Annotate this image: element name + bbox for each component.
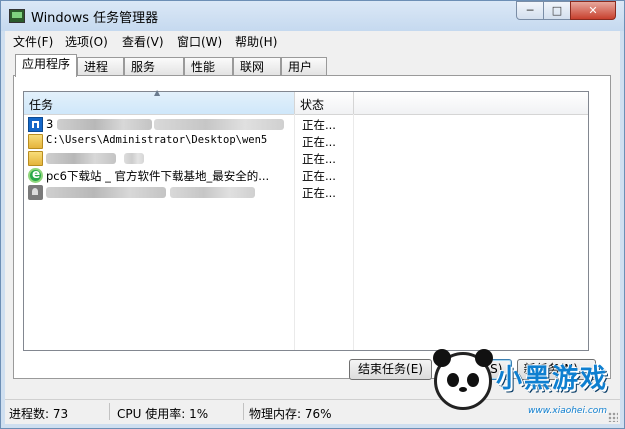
task-status: 正在... xyxy=(302,118,336,132)
task-status: 正在... xyxy=(302,135,336,149)
menu-window[interactable]: 窗口(W) xyxy=(177,33,222,50)
task-list[interactable]: ▲ 任务 状态 3 正在... C:\Users\Administrator\D… xyxy=(23,88,589,351)
site-watermark: 小黑游戏 www.xiaohei.com xyxy=(432,349,622,428)
task-status: 正在... xyxy=(302,152,336,166)
sort-ascending-icon: ▲ xyxy=(154,88,161,97)
status-separator xyxy=(109,403,110,420)
physical-memory: 物理内存: 76% xyxy=(249,407,332,421)
task-name: C:\Users\Administrator\Desktop\wen5 xyxy=(46,134,268,146)
process-count: 进程数: 73 xyxy=(9,407,69,421)
task-row[interactable]: 正在... xyxy=(26,150,586,167)
title-bar[interactable]: Windows 任务管理器 ─ □ ✕ xyxy=(1,1,624,31)
tab-networking[interactable]: 联网 xyxy=(233,57,281,75)
ie-icon xyxy=(28,167,43,183)
task-row[interactable]: 正在... xyxy=(26,184,586,201)
task-name: pc6下载站 _ 官方软件下载基地_最安全的... xyxy=(46,169,270,183)
panda-mascot-icon xyxy=(433,349,493,410)
tab-services[interactable]: 服务 xyxy=(124,57,184,75)
column-header-task[interactable]: ▲ 任务 xyxy=(24,88,295,114)
menu-file[interactable]: 文件(F) xyxy=(13,33,53,50)
task-list-header: ▲ 任务 状态 xyxy=(24,88,588,115)
task-row[interactable]: C:\Users\Administrator\Desktop\wen5 正在..… xyxy=(26,133,586,150)
tab-users[interactable]: 用户 xyxy=(281,57,327,75)
minimize-button[interactable]: ─ xyxy=(516,1,544,20)
tab-processes[interactable]: 进程 xyxy=(77,57,124,75)
app-grey-icon xyxy=(28,185,43,200)
app-blue-icon xyxy=(28,117,43,132)
menu-view[interactable]: 查看(V) xyxy=(122,33,164,50)
task-name xyxy=(46,185,291,199)
maximize-button[interactable]: □ xyxy=(543,1,571,20)
task-row[interactable]: 3 正在... xyxy=(26,116,586,133)
folder-icon xyxy=(28,134,43,149)
task-name xyxy=(46,151,291,165)
tab-performance[interactable]: 性能 xyxy=(184,57,233,75)
menu-options[interactable]: 选项(O) xyxy=(65,33,108,50)
task-row[interactable]: pc6下载站 _ 官方软件下载基地_最安全的... 正在... xyxy=(26,167,586,184)
watermark-url: www.xiaohei.com xyxy=(528,406,608,416)
close-button[interactable]: ✕ xyxy=(570,1,616,20)
folder-icon xyxy=(28,151,43,166)
menu-bar: 文件(F) 选项(O) 查看(V) 窗口(W) 帮助(H) xyxy=(5,31,620,51)
cpu-usage: CPU 使用率: 1% xyxy=(117,407,209,421)
task-name: 3 xyxy=(46,117,291,131)
window-title: Windows 任务管理器 xyxy=(31,11,159,26)
status-separator xyxy=(243,403,244,420)
task-status: 正在... xyxy=(302,186,336,200)
menu-help[interactable]: 帮助(H) xyxy=(235,33,277,50)
client-area: 应用程序 进程 服务 性能 联网 用户 ▲ 任务 状态 3 正在... C:\U… xyxy=(5,51,620,399)
column-header-status[interactable]: 状态 xyxy=(295,92,354,114)
task-status: 正在... xyxy=(302,169,336,183)
watermark-logo: 小黑游戏 xyxy=(496,364,609,394)
end-task-button[interactable]: 结束任务(E) xyxy=(349,359,432,380)
task-manager-icon xyxy=(9,9,25,23)
tab-applications[interactable]: 应用程序 xyxy=(15,54,78,77)
